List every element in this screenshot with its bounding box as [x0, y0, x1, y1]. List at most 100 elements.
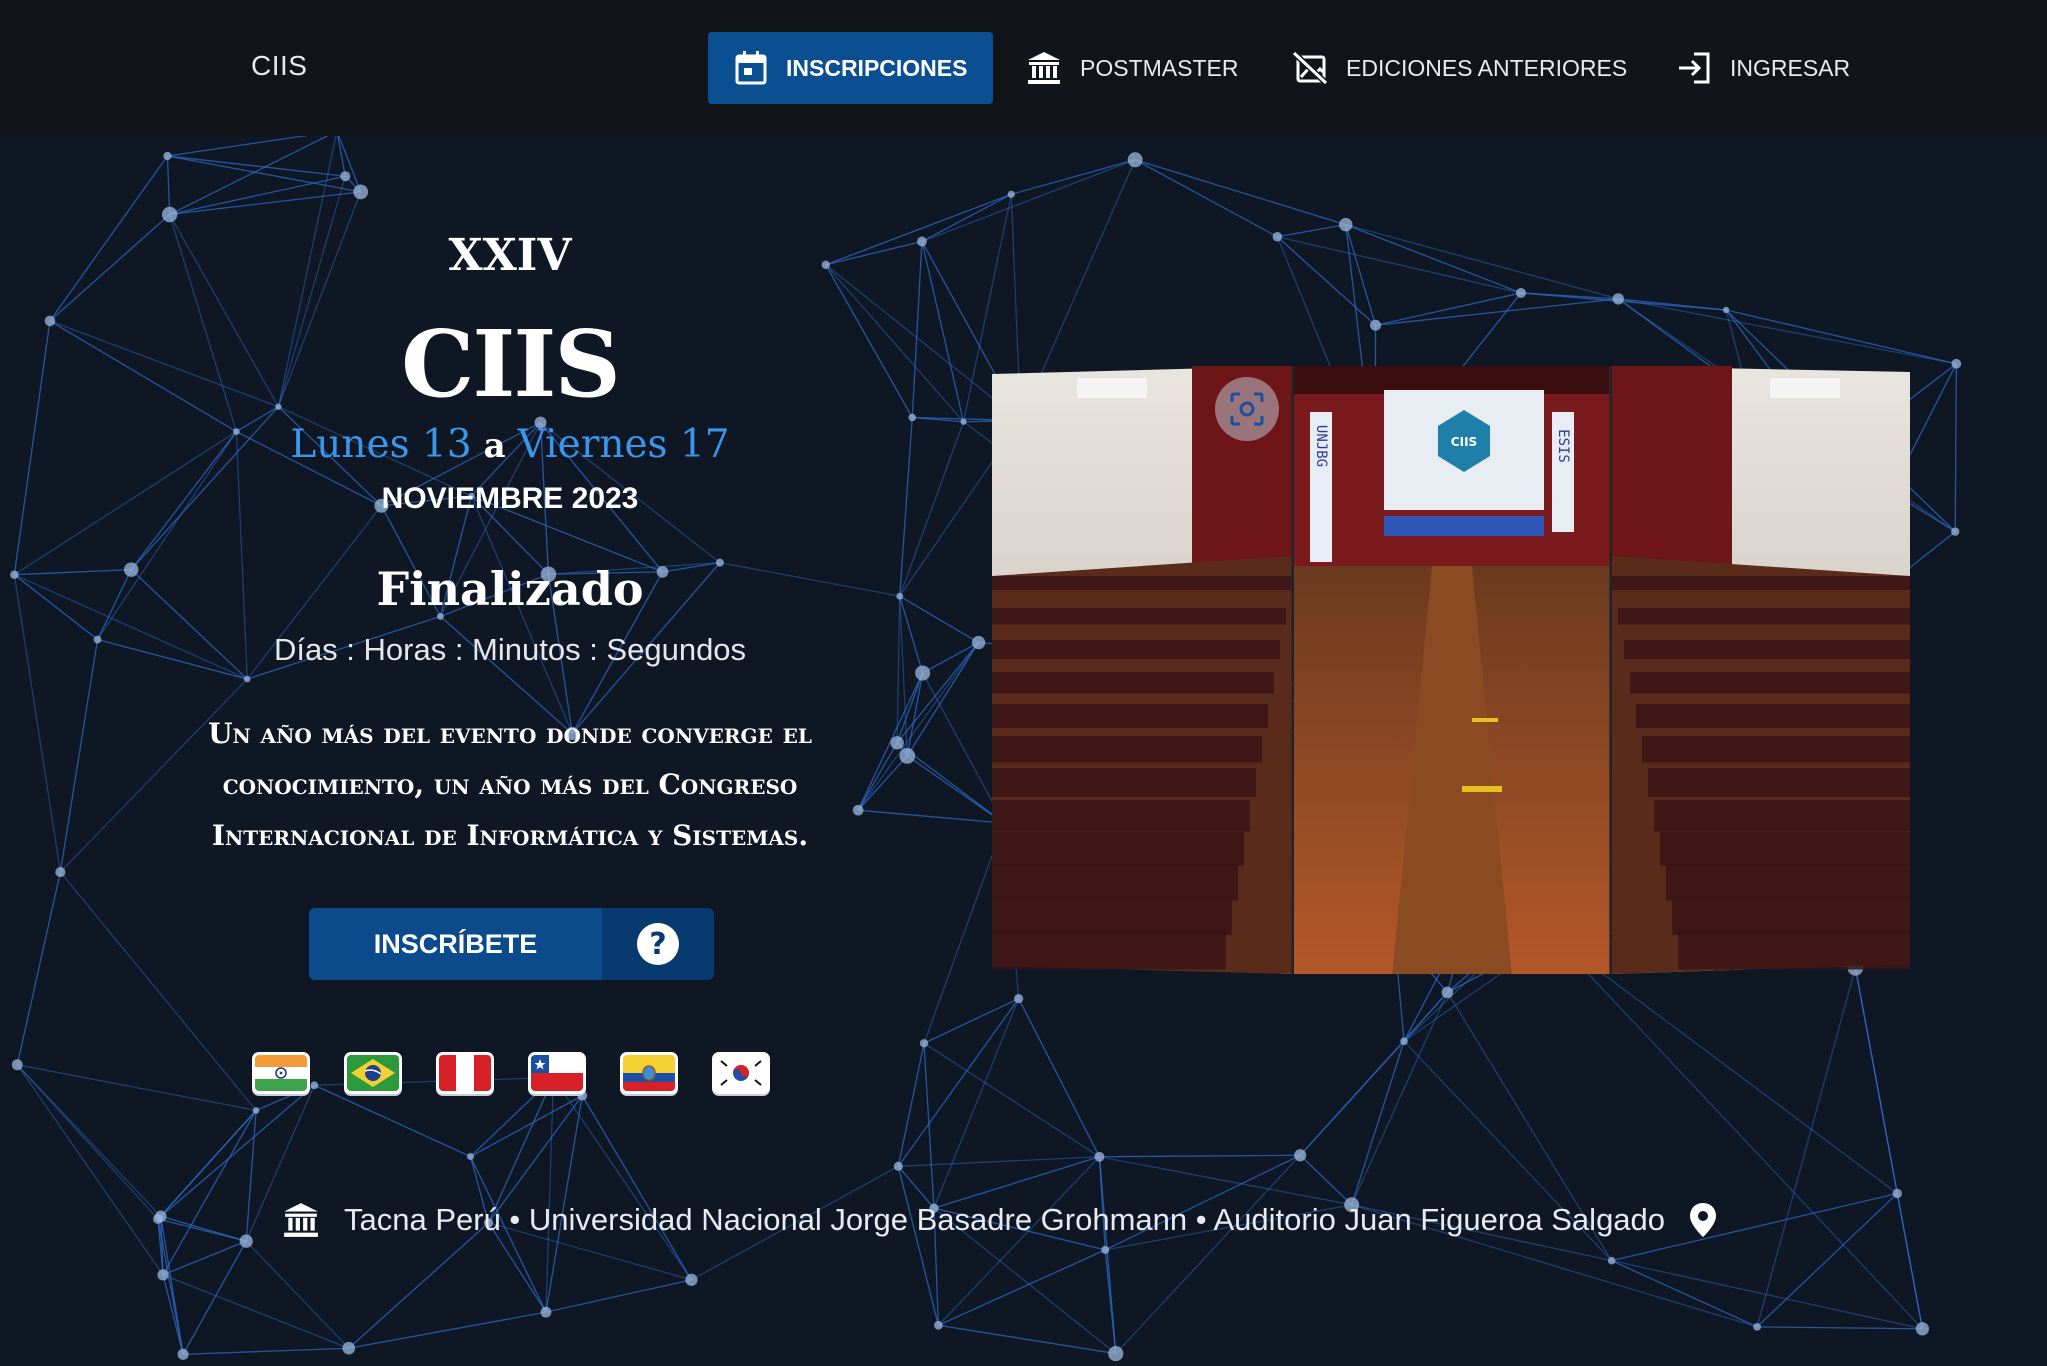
network-line	[1351, 992, 1448, 1206]
network-line	[157, 1218, 184, 1355]
network-node	[466, 1153, 474, 1161]
network-line	[16, 871, 62, 1065]
seat-row	[992, 576, 1292, 590]
network-line	[49, 155, 168, 322]
network-line	[921, 241, 965, 422]
network-node	[1915, 1322, 1929, 1336]
brand-logo-text[interactable]: CIIS	[251, 50, 307, 82]
network-node	[1108, 1345, 1124, 1362]
network-line	[938, 1324, 1116, 1355]
network-node	[11, 1059, 23, 1071]
network-line	[1757, 1326, 1923, 1330]
nav-inscripciones[interactable]: INSCRIPCIONES	[708, 32, 994, 104]
network-line	[1756, 967, 1857, 1328]
network-line	[857, 672, 924, 811]
seat-row	[992, 800, 1250, 832]
network-line	[162, 1110, 257, 1276]
seat-row	[992, 608, 1286, 625]
network-node	[890, 736, 904, 750]
network-node	[1892, 1188, 1902, 1199]
network-node	[157, 1269, 169, 1281]
network-node	[252, 1107, 260, 1114]
network-node	[896, 592, 904, 600]
network-line	[182, 1240, 247, 1355]
event-description: Un año más del evento donde converge el …	[208, 717, 812, 852]
network-line	[59, 871, 257, 1111]
start-day: Lunes 13	[290, 422, 472, 467]
network-node	[1951, 358, 1962, 369]
network-line	[166, 155, 171, 215]
seat-row	[1642, 736, 1940, 763]
network-node	[123, 562, 139, 577]
network-line	[1618, 298, 1957, 365]
nav-postmaster-label: POSTMASTER	[1080, 54, 1239, 81]
network-node	[161, 206, 178, 223]
network-line	[896, 672, 924, 744]
network-node	[1007, 190, 1015, 198]
fullscreen-button[interactable]	[1215, 377, 1279, 441]
network-line	[1756, 1192, 1898, 1328]
seat-row	[1624, 640, 1922, 659]
network-line	[1134, 159, 1278, 238]
network-line	[1099, 1154, 1301, 1158]
network-node	[342, 1341, 356, 1355]
network-node	[1370, 319, 1382, 331]
nav-ediciones-anteriores[interactable]: EDICIONES ANTERIORES	[1266, 32, 1653, 104]
network-line	[1611, 1260, 1923, 1330]
location-text: Tacna Perú • Universidad Nacional Jorge …	[344, 1202, 1666, 1237]
network-node	[919, 1039, 929, 1048]
nav-ingresar[interactable]: INGRESAR	[1650, 32, 1876, 104]
network-line	[245, 1240, 350, 1349]
network-node	[239, 1234, 253, 1248]
seat-row	[992, 640, 1280, 659]
network-line	[898, 1156, 1100, 1167]
network-line	[921, 159, 1136, 243]
network-node	[916, 236, 927, 247]
nav-inscripciones-label: INSCRIPCIONES	[786, 54, 968, 81]
network-node	[1722, 306, 1730, 314]
focus-icon	[1230, 392, 1264, 426]
map-pin-icon[interactable]	[1689, 1202, 1717, 1238]
network-line	[167, 155, 346, 177]
network-line	[1954, 363, 1957, 532]
network-line	[581, 1095, 693, 1281]
seat-row	[992, 832, 1244, 866]
edition-number: XXIV	[448, 230, 572, 281]
photo-panel-center: CIIS UNJBG ESIS	[1294, 364, 1610, 976]
seat-row	[992, 672, 1274, 694]
register-button-group: INSCRÍBETE ?	[309, 908, 714, 980]
end-day: Viernes 17	[517, 422, 730, 467]
network-line	[314, 1084, 471, 1158]
network-line	[167, 155, 361, 193]
network-line	[906, 755, 1005, 824]
network-line	[923, 1042, 1100, 1158]
network-node	[44, 315, 56, 327]
seat-row	[1654, 800, 1952, 832]
network-node	[1127, 152, 1143, 168]
flag-brazil	[344, 1052, 402, 1094]
date-connector: a	[483, 426, 506, 466]
network-line	[1375, 298, 1619, 326]
network-line	[49, 214, 171, 322]
seat-row	[1618, 608, 1916, 625]
event-month: NOVIEMBRE 2023	[381, 482, 639, 515]
seat-row	[1678, 928, 1976, 970]
network-line	[896, 596, 901, 743]
nav-postmaster[interactable]: POSTMASTER	[1000, 32, 1264, 104]
network-node	[55, 867, 66, 878]
banner-right-text: ESIS	[1555, 429, 1571, 463]
network-node	[899, 748, 916, 764]
help-button[interactable]: ?	[602, 908, 714, 980]
seat-row	[1666, 864, 1964, 901]
network-line	[162, 1274, 350, 1349]
network-node	[1339, 217, 1353, 232]
network-node	[1101, 1245, 1110, 1254]
network-line	[1351, 1041, 1405, 1206]
seat-row	[1636, 704, 1934, 728]
network-line	[13, 320, 51, 575]
network-line	[1098, 1156, 1117, 1354]
network-node	[1014, 994, 1024, 1004]
network-line	[169, 191, 361, 216]
network-line	[1277, 224, 1346, 238]
register-button[interactable]: INSCRÍBETE	[309, 908, 602, 980]
